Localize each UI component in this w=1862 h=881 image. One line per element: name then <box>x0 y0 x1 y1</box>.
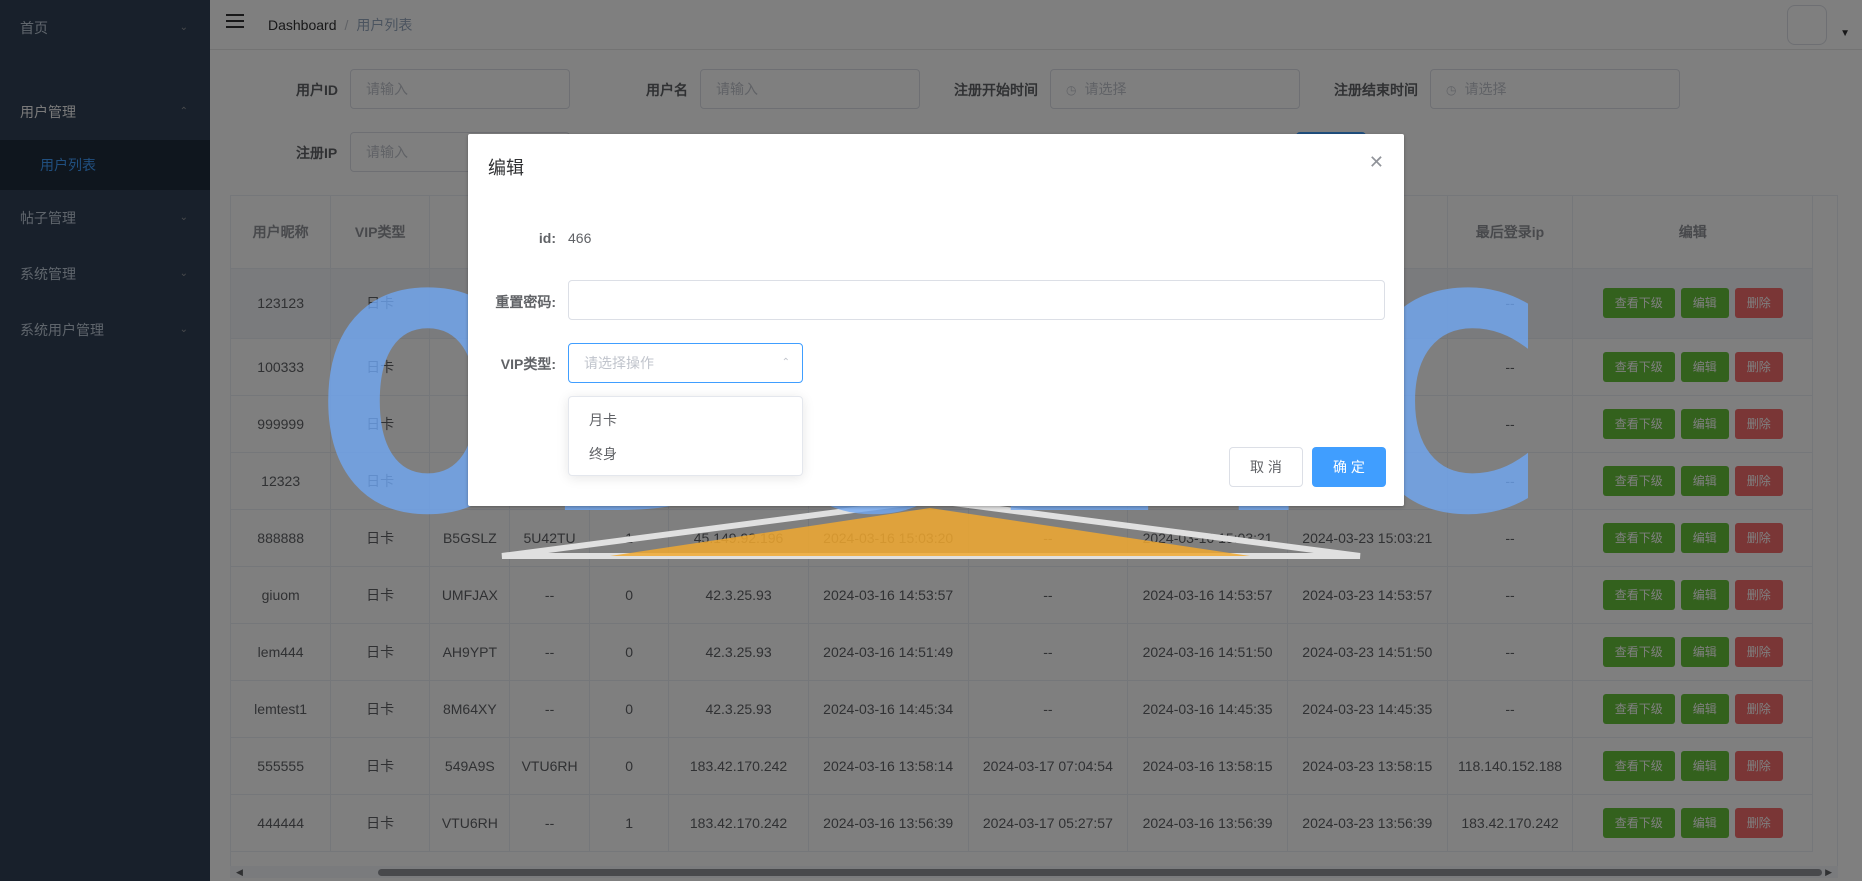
id-value: 466 <box>568 230 592 246</box>
dialog-title: 编辑 <box>488 158 524 178</box>
vip-option-lifetime[interactable]: 终身 <box>569 437 802 471</box>
vip-type-dropdown: 月卡 终身 <box>568 396 803 476</box>
edit-dialog: 编辑 ✕ id: 466 重置密码: VIP类型: 请选择操作 ⌃ 月卡 终身 … <box>468 134 1404 506</box>
password-input[interactable] <box>568 280 1385 320</box>
vip-type-placeholder: 请选择操作 <box>584 355 654 371</box>
confirm-button[interactable]: 确 定 <box>1312 447 1386 487</box>
chevron-up-icon: ⌃ <box>781 357 790 368</box>
close-icon[interactable]: ✕ <box>1369 152 1384 173</box>
cancel-button[interactable]: 取 消 <box>1229 447 1303 487</box>
vip-type-label: VIP类型: <box>500 356 556 372</box>
id-label: id: <box>538 230 556 246</box>
vip-option-monthly[interactable]: 月卡 <box>569 403 802 437</box>
password-label: 重置密码: <box>495 294 556 310</box>
vip-type-select[interactable]: 请选择操作 ⌃ <box>568 343 803 383</box>
